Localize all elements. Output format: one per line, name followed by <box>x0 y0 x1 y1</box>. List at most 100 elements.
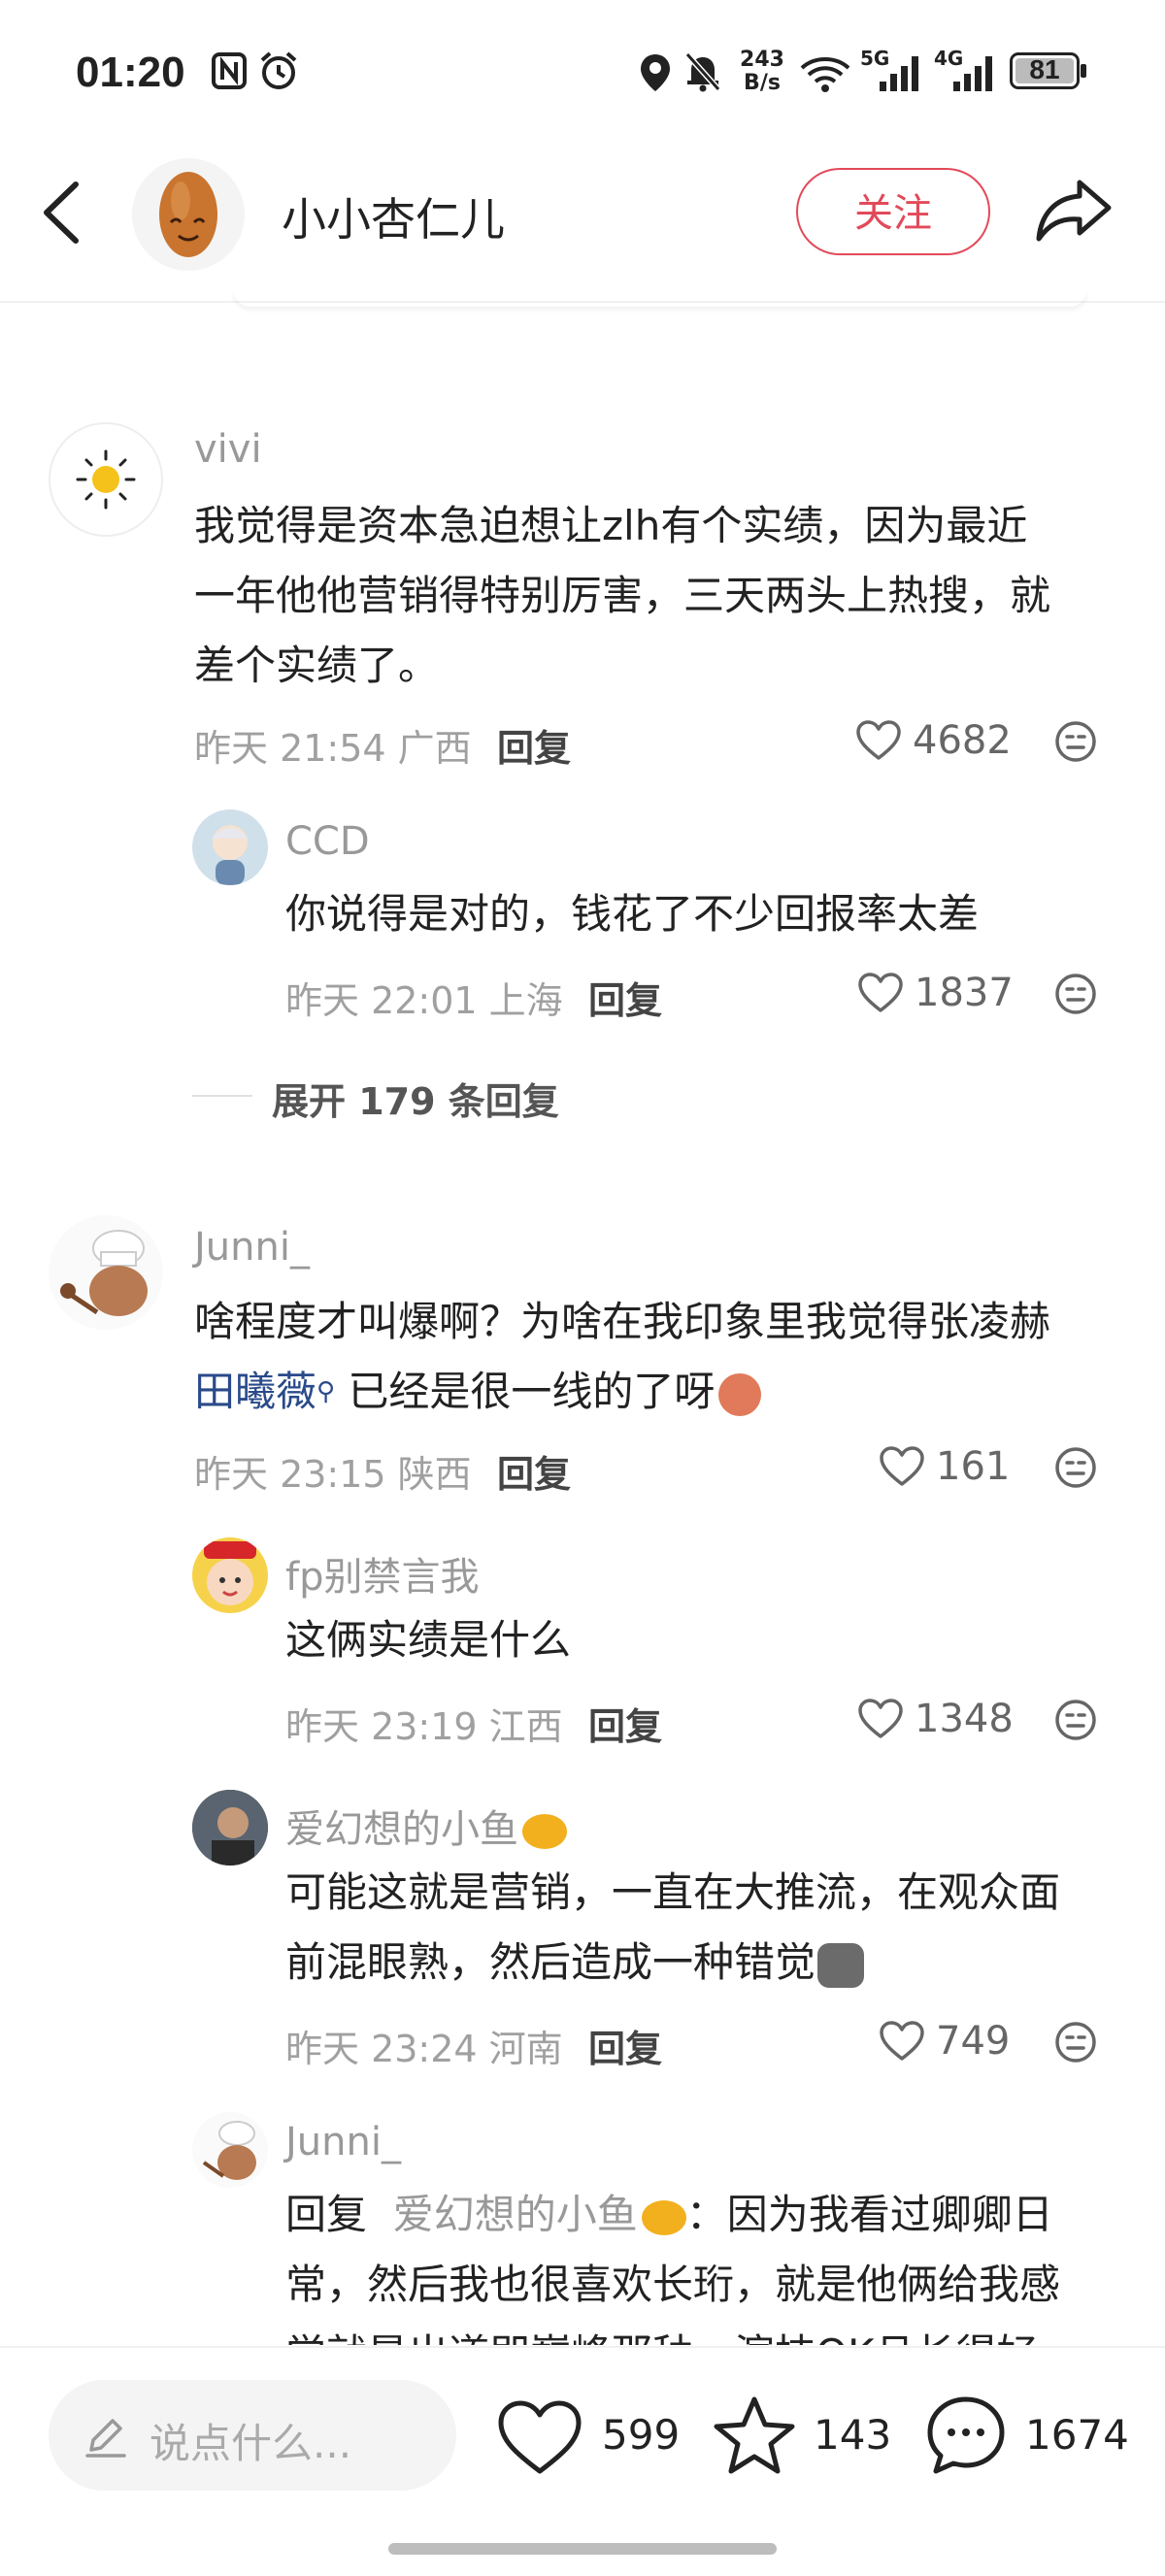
comment-text-line: 差个实绩了。 <box>194 642 440 689</box>
angry-emoji-icon <box>718 1372 762 1416</box>
reply-username[interactable]: 爱幻想的小鱼 <box>285 1798 567 1854</box>
like-count: 749 <box>936 2019 1011 2064</box>
author-name[interactable]: 小小杏仁儿 <box>282 184 505 248</box>
reply-avatar[interactable] <box>192 809 268 885</box>
reply-button[interactable]: 回复 <box>497 718 571 772</box>
reply-text-line: 回复 爱幻想的小鱼 ：因为我看过卿卿日 <box>285 2180 1140 2250</box>
reply-meta: 昨天 23:24 河南 <box>285 2028 563 2070</box>
post-star-count: 143 <box>814 2411 892 2459</box>
battery-icon: 81 <box>1010 52 1080 89</box>
comment-avatar[interactable] <box>49 1215 163 1330</box>
star-icon[interactable] <box>713 2395 796 2477</box>
comment-text: 啥程度才叫爆啊？为啥在我印象里我觉得张凌赫 田曦薇⚲ 已经是很一线的了呀 <box>194 1287 1126 1427</box>
net-speed: 243 B/s <box>740 49 784 95</box>
mention-link[interactable]: 田曦薇 <box>194 1368 316 1415</box>
reply-button[interactable]: 回复 <box>588 971 662 1024</box>
baby-avatar-icon <box>204 1541 256 1605</box>
post-comment-count: 1674 <box>1025 2411 1129 2459</box>
home-indicator[interactable] <box>388 2543 777 2555</box>
comment-text-line: 我觉得是资本急迫想让zlh有个实绩，因为最近 <box>194 502 1028 549</box>
comment-meta: 昨天 23:15 陕西 <box>194 1453 472 1496</box>
status-time: 01:20 <box>76 49 185 96</box>
dislike-face-icon[interactable] <box>1054 1699 1097 1741</box>
reply-text-line: 常，然后我也很喜欢长珩，就是他俩给我感 <box>285 2261 1061 2308</box>
location-icon <box>641 54 670 91</box>
reply-avatar[interactable] <box>192 1537 268 1613</box>
reply-username-text: 爱幻想的小鱼 <box>285 1807 518 1852</box>
battery-level: 81 <box>1029 54 1060 84</box>
content-card-edge <box>233 289 1087 307</box>
like-count: 161 <box>936 1444 1011 1489</box>
reply-text-line: 觉就是出道即巅峰那种，演技OK且长得好 <box>285 2320 1140 2345</box>
comment-meta: 昨天 21:54 广西 <box>194 727 472 770</box>
comment-bubble-icon[interactable] <box>924 2394 1008 2477</box>
dislike-face-icon[interactable] <box>1054 973 1097 1015</box>
person-avatar-icon <box>192 1790 268 1866</box>
heart-icon[interactable] <box>856 720 901 761</box>
chef-cat-avatar-icon <box>202 2121 256 2180</box>
post-like-count: 599 <box>602 2411 681 2459</box>
expand-divider <box>192 1095 252 1097</box>
almond-avatar-icon <box>159 172 217 257</box>
comment-text: 我觉得是资本急迫想让zlh有个实绩，因为最近 一年他他营销得特别厉害，三天两头上… <box>194 491 1126 701</box>
fish-emoji-icon <box>641 2199 686 2235</box>
reply-username[interactable]: Junni_ <box>285 2120 401 2164</box>
reply-button[interactable]: 回复 <box>497 1444 571 1498</box>
reply-meta: 昨天 22:01 上海 <box>285 979 563 1022</box>
like-count: 1348 <box>915 1697 1014 1741</box>
reply-text-line-content: 前混眼熟，然后造成一种错觉 <box>285 1938 816 1986</box>
comment-username[interactable]: vivi <box>194 427 262 472</box>
doll-avatar-icon <box>212 825 249 885</box>
battery-tip <box>1081 64 1086 78</box>
wifi-icon <box>800 57 850 92</box>
heart-icon[interactable] <box>497 2399 582 2477</box>
comment-text-line: 啥程度才叫爆啊？为啥在我印象里我觉得张凌赫 <box>194 1298 1051 1345</box>
heart-icon[interactable] <box>858 1699 903 1739</box>
reply-avatar[interactable] <box>192 1790 268 1866</box>
dislike-face-icon[interactable] <box>1054 1446 1097 1489</box>
reply-text: 回复 爱幻想的小鱼 ：因为我看过卿卿日 常，然后我也很喜欢长珩，就是他俩给我感 觉… <box>285 2180 1140 2345</box>
reply-avatar[interactable] <box>192 2112 268 2188</box>
like-count: 4682 <box>913 718 1012 763</box>
reply-username[interactable]: fp别禁言我 <box>285 1545 479 1602</box>
alarm-icon <box>260 51 297 89</box>
cat-emoji-icon <box>817 1942 865 1988</box>
dislike-face-icon[interactable] <box>1054 720 1097 763</box>
heart-icon[interactable] <box>858 973 903 1013</box>
signal-4g-icon <box>953 56 992 91</box>
reply-meta: 昨天 23:19 江西 <box>285 1705 563 1748</box>
reply-text: 这俩实绩是什么 <box>285 1616 572 1664</box>
search-mini-icon: ⚲ <box>316 1377 336 1406</box>
reply-button[interactable]: 回复 <box>588 1697 662 1750</box>
heart-icon[interactable] <box>880 2021 924 2062</box>
follow-button[interactable]: 关注 <box>796 168 990 255</box>
chef-cat-avatar-icon <box>60 1230 148 1316</box>
expand-replies-button[interactable]: 展开 179 条回复 <box>272 1072 559 1125</box>
heart-icon[interactable] <box>880 1446 924 1487</box>
reply-to-user[interactable]: 爱幻想的小鱼 <box>393 2191 638 2238</box>
reply-button[interactable]: 回复 <box>588 2019 662 2072</box>
reply-text-rest: ：因为我看过卿卿日 <box>685 2191 1053 2238</box>
comment-avatar[interactable] <box>49 422 163 537</box>
comment-text-line: 一年他他营销得特别厉害，三天两头上热搜，就 <box>194 572 1051 619</box>
reply-prefix: 回复 <box>285 2191 368 2238</box>
comment-text-rest: 已经是很一线的了呀 <box>348 1368 716 1415</box>
sun-icon <box>76 449 136 510</box>
reply-text-line: 可能这就是营销，一直在大推流，在观众面 <box>285 1868 1061 1916</box>
pencil-icon <box>85 2419 126 2458</box>
dislike-face-icon[interactable] <box>1054 2021 1097 2064</box>
comment-text-line: 田曦薇⚲ 已经是很一线的了呀 <box>194 1357 1126 1427</box>
nfc-icon <box>212 52 247 89</box>
comment-input-placeholder[interactable]: 说点什么... <box>150 2411 351 2470</box>
net-speed-unit: B/s <box>744 71 781 95</box>
signal-5g-icon <box>880 56 918 91</box>
share-icon[interactable] <box>1035 177 1113 245</box>
author-avatar[interactable] <box>132 158 245 271</box>
comment-username[interactable]: Junni_ <box>194 1225 310 1270</box>
fish-emoji-icon <box>522 1814 567 1849</box>
reply-text: 你说得是对的，钱花了不少回报率太差 <box>285 890 980 938</box>
reply-username[interactable]: CCD <box>285 819 370 864</box>
back-icon[interactable] <box>39 181 83 245</box>
status-bar: 01:20 243 B/s 5G 4G 81 <box>0 0 1165 146</box>
like-count: 1837 <box>915 971 1014 1015</box>
